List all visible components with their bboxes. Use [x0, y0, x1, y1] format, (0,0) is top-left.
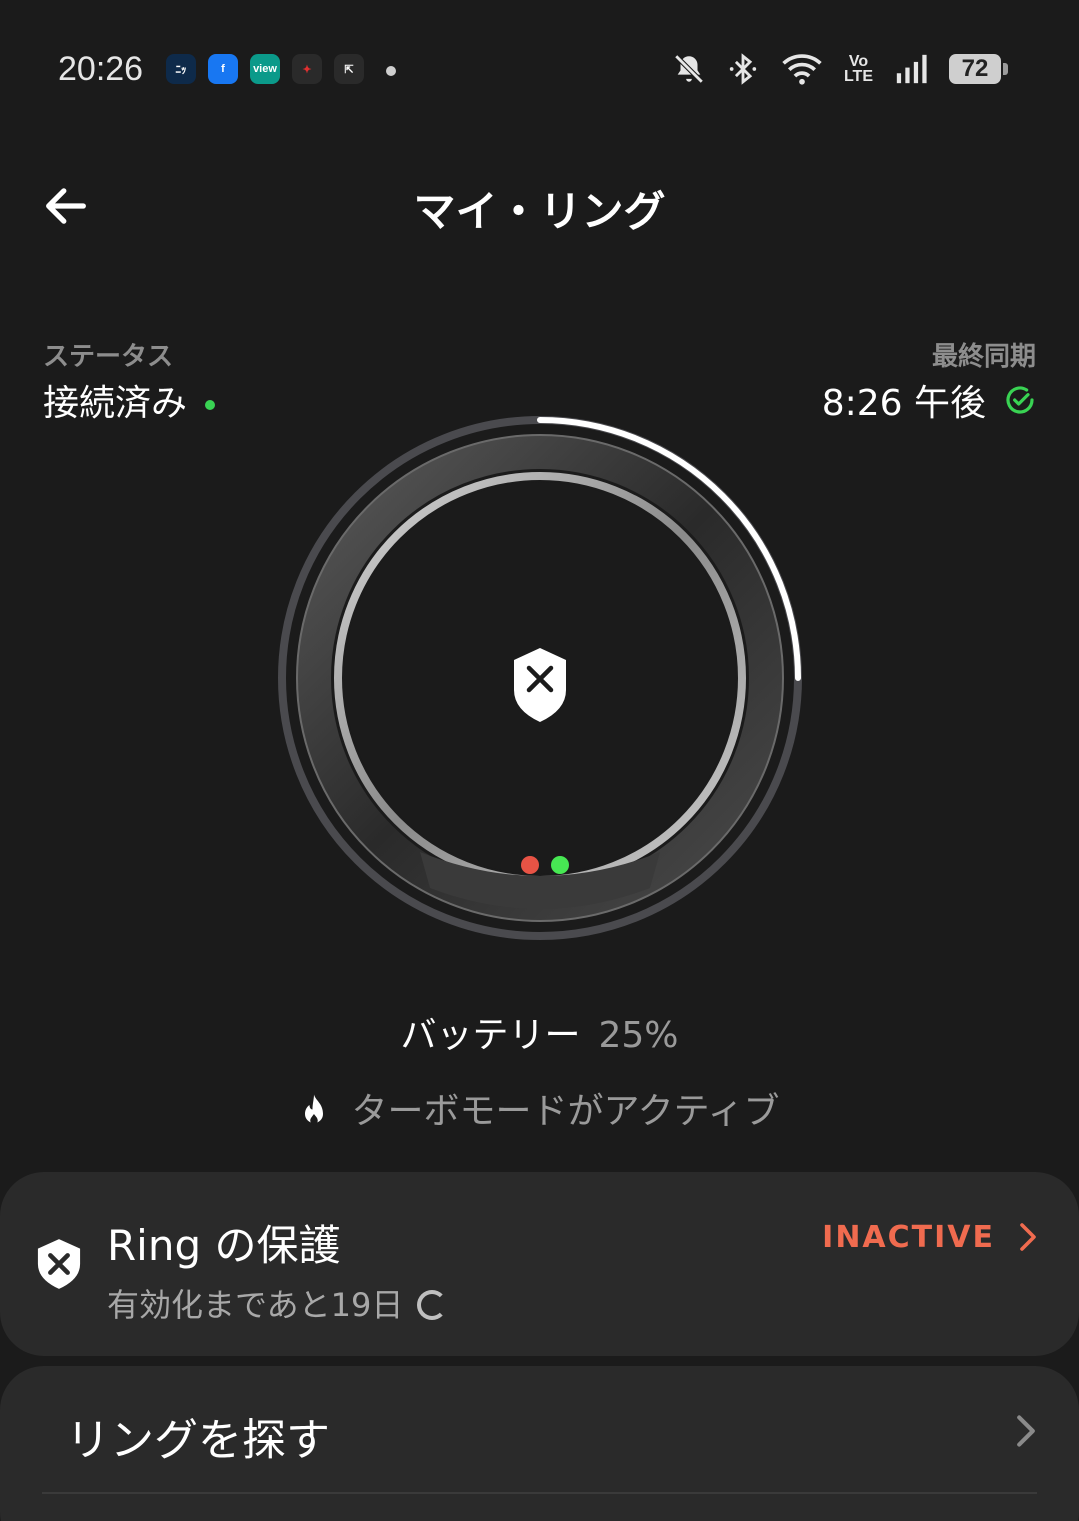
game-app-icon: ✦ — [292, 54, 322, 84]
sync-label: 最終同期 — [931, 342, 1036, 372]
shield-x-icon — [37, 1239, 81, 1289]
status-label: ステータス — [43, 342, 174, 372]
sync-check-icon — [1006, 386, 1034, 414]
volte-bottom: LTE — [843, 68, 873, 85]
battery-label: バッテリー — [400, 1015, 581, 1056]
more-notifications-dot — [386, 66, 396, 76]
loading-spinner-icon — [417, 1290, 448, 1320]
protection-status: INACTIVE — [822, 1220, 995, 1255]
mute-bell-icon — [674, 54, 704, 84]
turbo-text: ターボモードがアクティブ — [351, 1091, 780, 1132]
divider — [42, 1492, 1037, 1494]
turbo-row: ターボモードがアクティブ — [0, 1082, 1079, 1134]
chevron-right-icon — [1020, 1223, 1036, 1251]
page-title: マイ・リング — [413, 187, 666, 236]
battery-indicator: 72 — [949, 54, 1008, 84]
view-app-icon: view — [250, 54, 280, 84]
volte-top: Vo — [848, 53, 869, 70]
sync-value-row: 8:26 午後 — [822, 374, 1036, 426]
sensor-red-led — [521, 856, 539, 874]
facebook-app-icon: f — [208, 54, 238, 84]
protection-subtitle-row: 有効化まであと19日 — [107, 1280, 448, 1326]
system-icons: Vo LTE 72 — [672, 52, 1008, 86]
status-value: 接続済み — [43, 383, 188, 424]
ring-protection-card[interactable]: Ring の保護 有効化まであと19日 INACTIVE — [0, 1172, 1079, 1356]
protection-subtitle: 有効化まであと19日 — [107, 1286, 404, 1324]
bluetooth-icon — [729, 53, 757, 85]
connected-dot — [205, 400, 216, 410]
sensor-green-led — [551, 856, 569, 874]
flame-icon — [305, 1094, 324, 1125]
status-time: 20:26 — [58, 50, 144, 88]
volte-indicator: Vo LTE — [843, 53, 873, 85]
protection-title: Ring の保護 — [107, 1221, 341, 1270]
news-app-icon: ﾆｯ — [166, 54, 196, 84]
ring-visual — [270, 410, 810, 950]
find-ring-title: リングを探す — [66, 1415, 330, 1466]
battery-row: バッテリー 25% — [0, 1006, 1079, 1058]
sync-value: 8:26 午後 — [821, 383, 986, 424]
chevron-right-icon — [1017, 1415, 1035, 1447]
signal-icon — [896, 54, 927, 84]
wifi-icon — [782, 54, 822, 85]
status-bar: 20:26 ﾆｯ f view ✦ ⇱ Vo LTE 72 — [0, 0, 1079, 140]
find-ring-card[interactable]: リングを探す — [0, 1366, 1079, 1521]
arrow-app-icon: ⇱ — [334, 54, 364, 84]
battery-percentage: 25% — [598, 1015, 679, 1056]
status-value-row: 接続済み — [43, 374, 216, 426]
